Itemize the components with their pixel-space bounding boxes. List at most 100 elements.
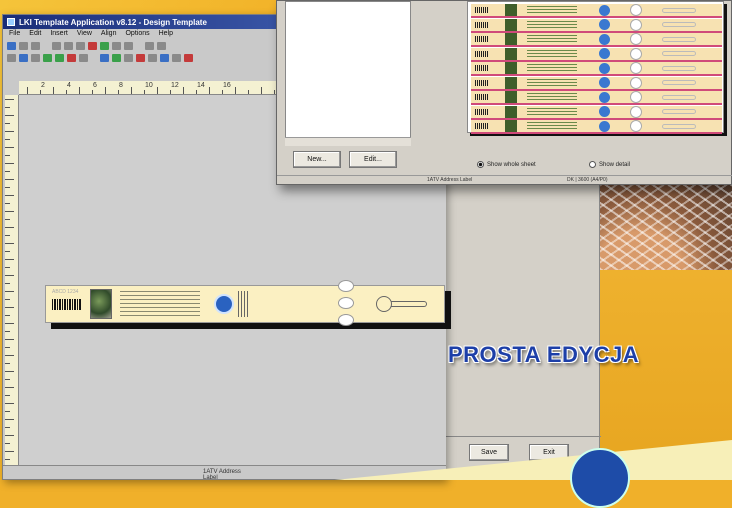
ruler-tick — [5, 307, 14, 308]
ruler-tick — [5, 171, 10, 172]
panel-divider — [445, 436, 601, 437]
ruler-tick — [5, 451, 14, 452]
edit-button[interactable]: Edit... — [349, 151, 397, 168]
label-photo[interactable] — [90, 289, 112, 319]
print-icon[interactable] — [31, 42, 40, 50]
ruler-tick — [5, 251, 10, 252]
align-icon[interactable] — [112, 54, 121, 62]
ruler-tick — [222, 90, 223, 94]
menu-view[interactable]: View — [77, 30, 92, 39]
dialog-status-bar: 1ATV Address Label DK | 3600 (A4/P0) — [277, 175, 732, 184]
sheet-label-row — [471, 91, 722, 105]
new-icon[interactable] — [7, 42, 16, 50]
ruler-tick — [5, 123, 10, 124]
ruler-label: 10 — [145, 82, 153, 89]
zoom-icon[interactable] — [145, 42, 154, 50]
color-icon[interactable] — [136, 54, 145, 62]
ruler-tick — [235, 87, 236, 94]
cut-icon[interactable] — [52, 42, 61, 50]
ruler-label: 8 — [119, 82, 123, 89]
save-icon[interactable] — [19, 42, 28, 50]
grid-icon[interactable] — [172, 54, 181, 62]
address-label[interactable]: ABCD 1234 — [45, 280, 445, 326]
ruler-tick — [5, 379, 10, 380]
paste-icon[interactable] — [76, 42, 85, 50]
copy-icon[interactable] — [64, 42, 73, 50]
label-description[interactable] — [120, 291, 200, 317]
ruler-tick — [5, 395, 10, 396]
ruler-tick — [144, 90, 145, 94]
menu-file[interactable]: File — [9, 30, 20, 39]
ruler-tick — [5, 411, 10, 412]
menu-edit[interactable]: Edit — [29, 30, 41, 39]
rectangle-icon[interactable] — [43, 54, 52, 62]
ruler-tick — [5, 315, 10, 316]
logo-icon[interactable] — [214, 294, 234, 314]
sheet-label-row — [471, 33, 722, 47]
ruler-tick — [92, 90, 93, 94]
template-list[interactable] — [285, 1, 411, 146]
window-title: LKI Template Application v8.12 - Design … — [19, 17, 207, 27]
menu-align[interactable]: Align — [101, 30, 117, 39]
arrange-icon[interactable] — [184, 54, 193, 62]
menu-help[interactable]: Help — [159, 30, 173, 39]
ruler-tick — [118, 90, 119, 94]
radio-dot[interactable] — [477, 161, 484, 168]
image-icon[interactable] — [100, 42, 109, 50]
ruler-tick — [5, 203, 10, 204]
barcode-icon[interactable] — [79, 54, 88, 62]
hang-holes — [338, 280, 354, 326]
app-icon — [7, 18, 15, 26]
line-icon[interactable] — [31, 54, 40, 62]
ruler-tick — [131, 87, 132, 94]
ruler-tick — [5, 339, 14, 340]
pointer-icon[interactable] — [7, 54, 16, 62]
ruler-tick — [5, 147, 14, 148]
sheet-label-row — [471, 105, 722, 120]
radio-show-whole-sheet[interactable]: Show whole sheet — [477, 161, 536, 168]
ruler-tick — [5, 323, 14, 324]
ruler-tick — [5, 259, 14, 260]
ruler-tick — [66, 90, 67, 94]
redo-icon[interactable] — [124, 42, 133, 50]
shape-icon[interactable] — [67, 54, 76, 62]
delete-icon[interactable] — [88, 42, 97, 50]
ruler-tick — [5, 107, 10, 108]
keyhole-shape — [376, 296, 428, 312]
ruler-tick — [274, 90, 275, 94]
new-button[interactable]: New... — [293, 151, 341, 168]
ruler-tick — [5, 419, 14, 420]
sheet-label-row — [471, 120, 722, 134]
radio-dot[interactable] — [589, 161, 596, 168]
list-scrollbar[interactable] — [285, 137, 411, 146]
text-icon[interactable] — [19, 54, 28, 62]
help-icon[interactable] — [157, 42, 166, 50]
undo-icon[interactable] — [112, 42, 121, 50]
ruler-tick — [5, 139, 10, 140]
menu-insert[interactable]: Insert — [50, 30, 68, 39]
ruler-tick — [5, 99, 14, 100]
ruler-tick — [5, 155, 10, 156]
vertical-text[interactable] — [238, 291, 248, 317]
ruler-tick — [5, 163, 14, 164]
ruler-tick — [5, 227, 14, 228]
picture-icon[interactable] — [148, 54, 157, 62]
barcode[interactable] — [52, 298, 82, 310]
ruler-tick — [5, 219, 10, 220]
save-button[interactable]: Save — [469, 444, 509, 461]
ruler-tick — [5, 179, 14, 180]
layer-icon[interactable] — [124, 54, 133, 62]
ruler-tick — [5, 115, 14, 116]
radio-label: Show detail — [599, 161, 631, 168]
ellipse-icon[interactable] — [55, 54, 64, 62]
dialog-status-left: 1ATV Address Label — [427, 177, 473, 183]
ruler-tick — [79, 87, 80, 94]
ruler-tick — [261, 87, 262, 94]
ruler-tick — [5, 291, 14, 292]
ruler-tick — [5, 275, 14, 276]
group-icon[interactable] — [100, 54, 109, 62]
menu-options[interactable]: Options — [125, 30, 149, 39]
ruler-tick — [209, 87, 210, 94]
radio-show-detail[interactable]: Show detail — [589, 161, 630, 168]
database-icon[interactable] — [160, 54, 169, 62]
